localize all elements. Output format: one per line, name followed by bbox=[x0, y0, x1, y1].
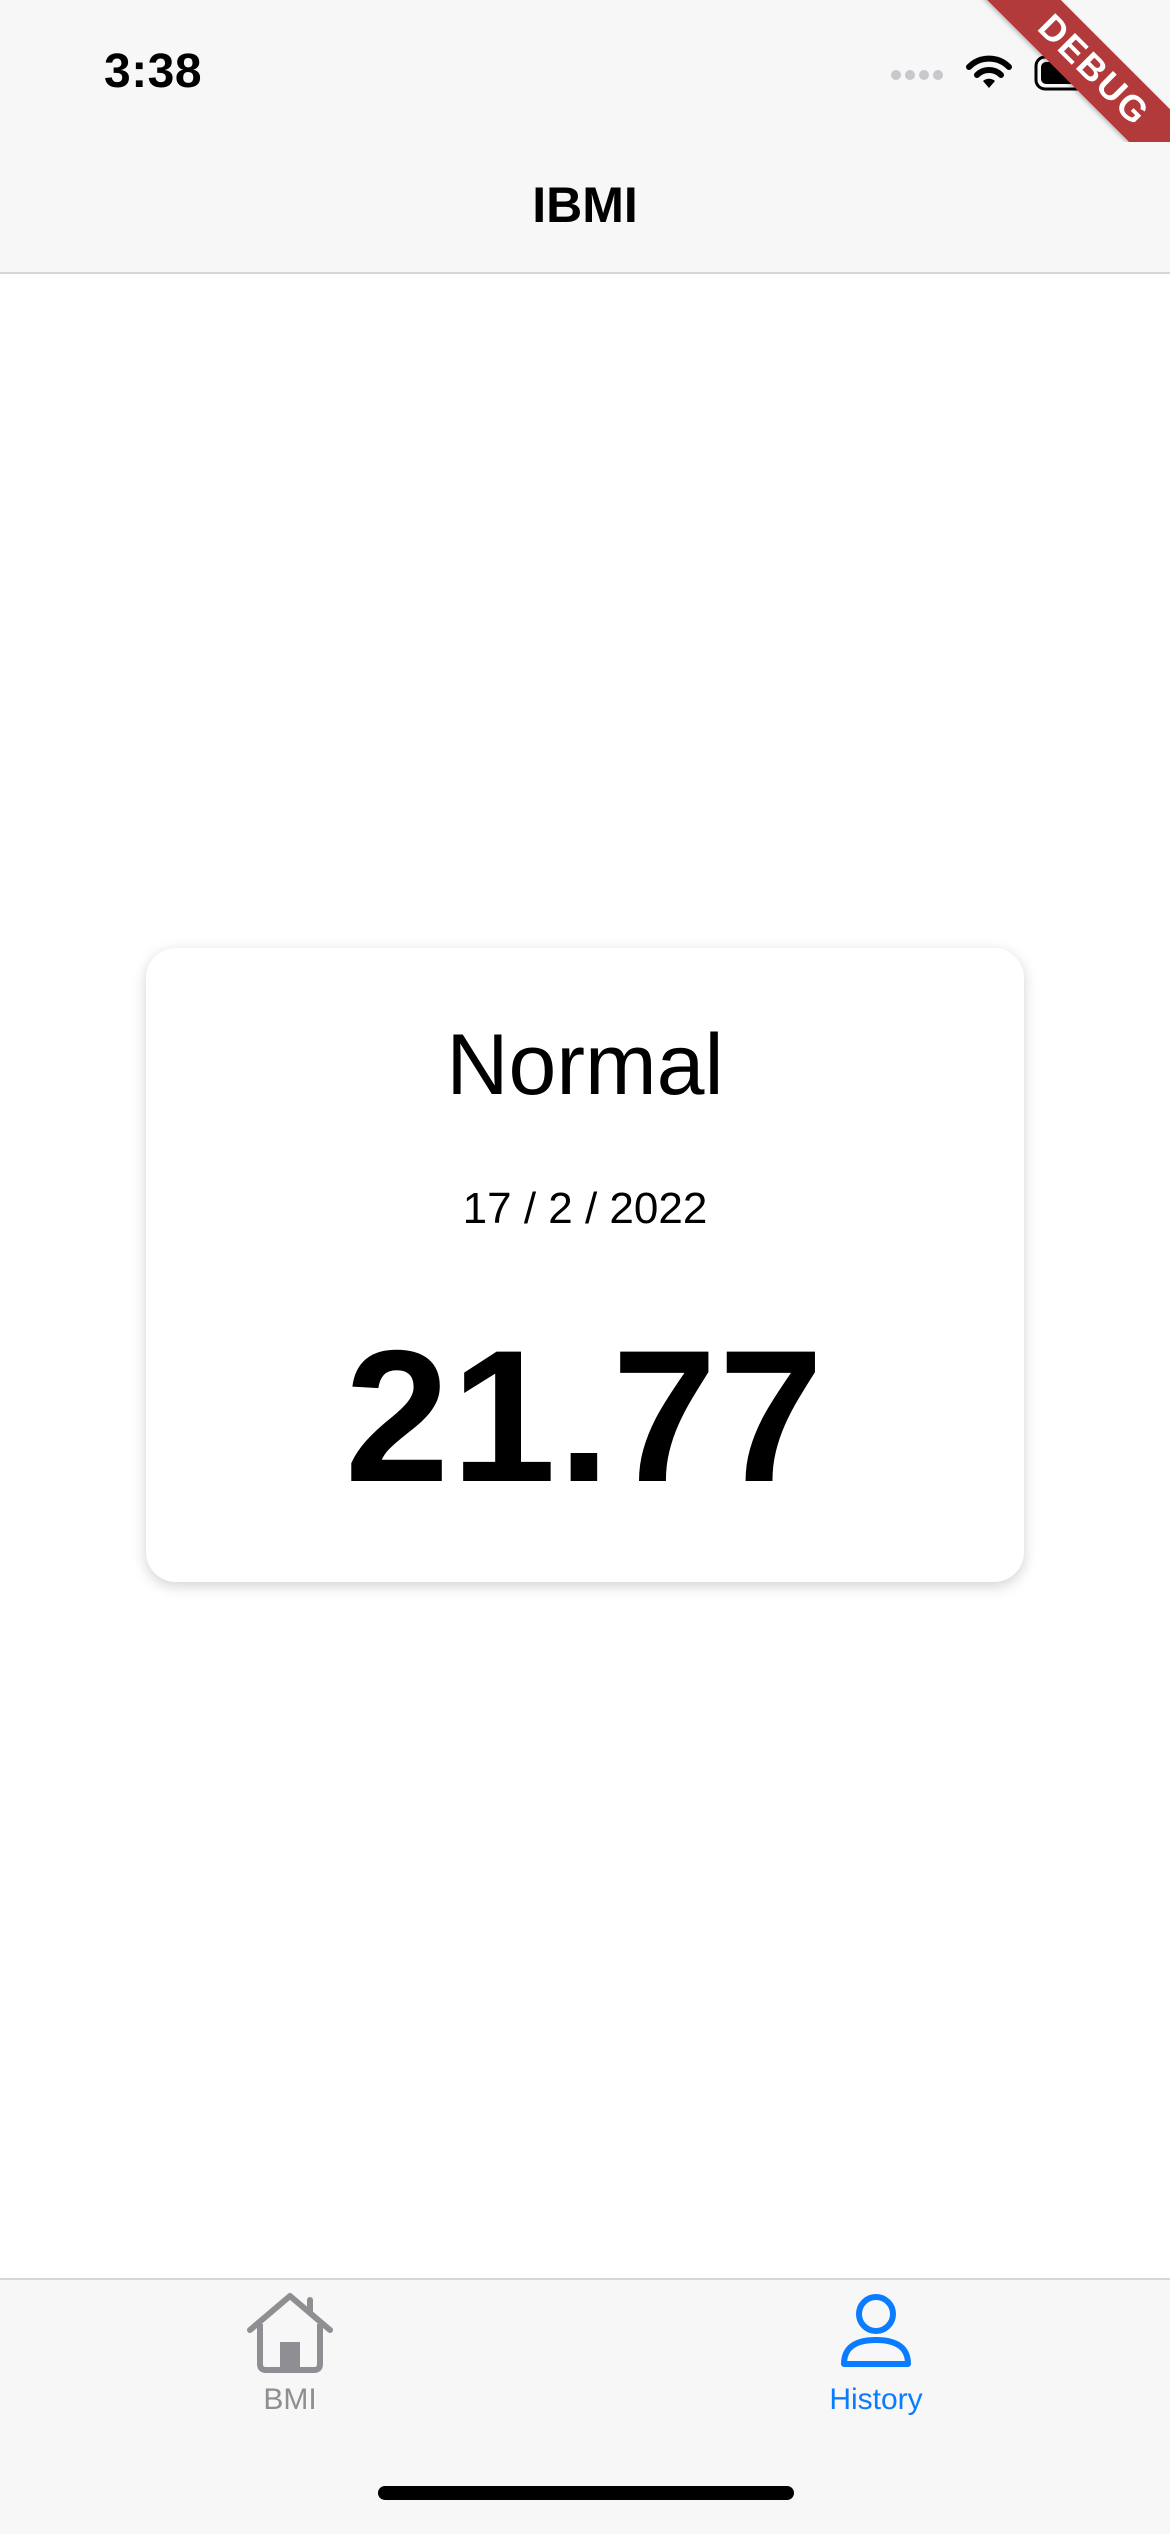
signal-icon bbox=[890, 65, 944, 86]
home-indicator[interactable] bbox=[378, 2486, 794, 2500]
status-bar: 3:38 bbox=[0, 0, 1170, 142]
person-icon bbox=[836, 2294, 916, 2378]
home-icon bbox=[244, 2293, 336, 2378]
navigation-bar: IBMI bbox=[0, 142, 1170, 274]
bmi-value: 21.77 bbox=[344, 1311, 826, 1521]
record-date: 17 / 2 / 2022 bbox=[462, 1184, 708, 1233]
status-time: 3:38 bbox=[104, 45, 203, 98]
tab-history[interactable]: History bbox=[726, 2290, 1026, 2417]
tab-bmi-label: BMI bbox=[263, 2383, 317, 2416]
page-title: IBMI bbox=[532, 177, 638, 233]
bmi-category: Normal bbox=[446, 1017, 724, 1113]
wifi-icon bbox=[964, 54, 1014, 97]
bmi-history-card: Normal 17 / 2 / 2022 21.77 bbox=[146, 948, 1024, 1582]
tab-bmi[interactable]: BMI bbox=[140, 2290, 440, 2417]
tab-history-label: History bbox=[829, 2383, 923, 2416]
